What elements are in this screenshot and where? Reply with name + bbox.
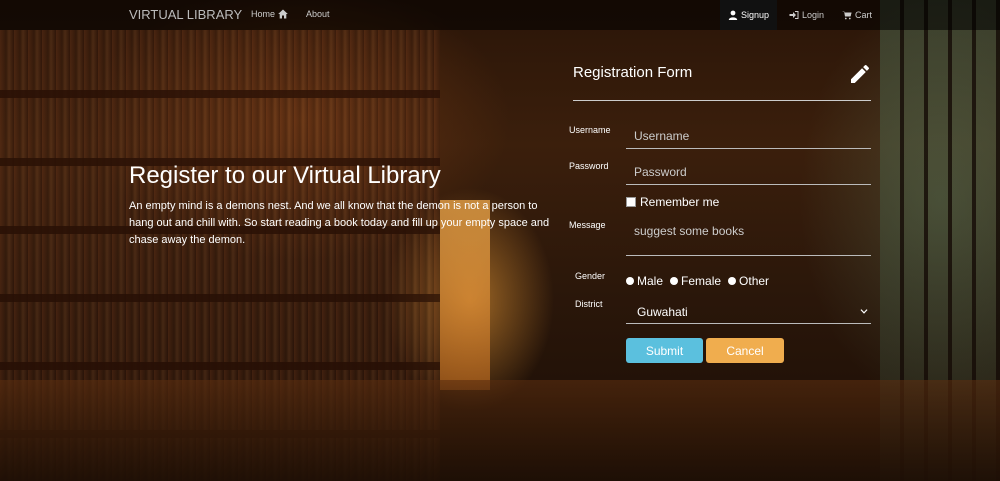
hero-text: An empty mind is a demons nest. And we a…: [129, 200, 550, 246]
nav-signup-label: Signup: [741, 10, 770, 20]
login-icon: [789, 11, 799, 19]
brand-link[interactable]: VIRTUAL LIBRARY: [129, 7, 242, 22]
title-divider: [573, 100, 871, 101]
pencil-icon: [851, 64, 870, 83]
remember-label: Remember me: [640, 195, 720, 209]
username-input[interactable]: [626, 123, 871, 149]
hero-section: Register to our Virtual Library An empty…: [129, 162, 559, 249]
nav-home[interactable]: Home: [251, 9, 288, 19]
password-label: Password: [569, 161, 609, 171]
gender-male-radio[interactable]: [626, 277, 634, 285]
nav-login[interactable]: Login: [781, 0, 832, 30]
submit-button[interactable]: Submit: [626, 338, 703, 363]
chevron-down-icon: [860, 309, 868, 314]
gender-other-label: Other: [739, 274, 770, 288]
nav-cart-label: Cart: [855, 10, 873, 20]
user-icon: [728, 10, 738, 20]
gender-radio-group: Male Female Other: [626, 274, 769, 288]
nav-about[interactable]: About: [306, 9, 330, 19]
nav-home-label: Home: [251, 9, 276, 19]
cancel-button[interactable]: Cancel: [706, 338, 784, 363]
form-title: Registration Form: [573, 64, 693, 81]
password-input[interactable]: [626, 159, 871, 185]
gender-label: Gender: [575, 271, 606, 281]
district-label: District: [575, 299, 603, 309]
message-textarea[interactable]: [626, 218, 871, 256]
gender-male-label: Male: [637, 274, 664, 288]
navbar: VIRTUAL LIBRARY Home About Signup Login …: [0, 0, 1000, 30]
message-label: Message: [569, 220, 606, 230]
background-floor: [0, 380, 1000, 481]
remember-row: Remember me: [626, 195, 719, 209]
nav-signup[interactable]: Signup: [720, 0, 778, 30]
gender-female-label: Female: [681, 274, 722, 288]
district-value: Guwahati: [637, 305, 688, 319]
nav-cart[interactable]: Cart: [834, 0, 880, 30]
gender-female-radio[interactable]: [670, 277, 679, 285]
home-icon: [278, 9, 288, 19]
hero-title: Register to our Virtual Library: [129, 162, 441, 189]
remember-checkbox[interactable]: [626, 197, 636, 207]
cart-icon: [842, 11, 852, 20]
username-label: Username: [569, 125, 611, 135]
gender-other-radio[interactable]: [728, 277, 737, 285]
district-select[interactable]: Guwahati: [626, 300, 871, 324]
nav-login-label: Login: [802, 10, 825, 20]
